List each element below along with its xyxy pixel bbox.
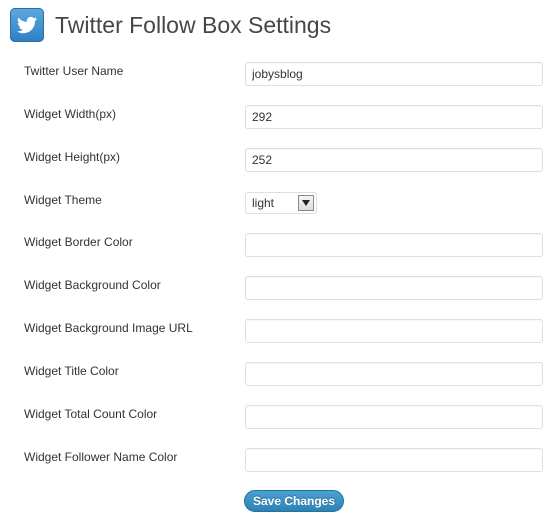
chevron-down-glyph xyxy=(302,200,310,206)
background-image-url-input[interactable] xyxy=(245,319,543,343)
background-image-url-label: Widget Background Image URL xyxy=(24,321,193,335)
follower-name-color-label: Widget Follower Name Color xyxy=(24,450,178,464)
total-count-color-input[interactable] xyxy=(245,405,543,429)
total-count-color-label: Widget Total Count Color xyxy=(24,407,158,421)
background-color-label: Widget Background Color xyxy=(24,278,161,292)
border-color-input[interactable] xyxy=(245,233,543,257)
chevron-down-icon[interactable] xyxy=(298,195,314,211)
user-name-label: Twitter User Name xyxy=(24,64,124,78)
widget-height-label: Widget Height(px) xyxy=(24,150,121,164)
widget-height-input[interactable] xyxy=(245,148,543,172)
widget-theme-value: light xyxy=(252,196,275,210)
widget-width-label: Widget Width(px) xyxy=(24,107,117,121)
page-title: Twitter Follow Box Settings xyxy=(55,11,332,38)
widget-width-input[interactable] xyxy=(245,105,543,129)
background-color-input[interactable] xyxy=(245,276,543,300)
twitter-bird-icon xyxy=(10,8,44,42)
title-color-input[interactable] xyxy=(245,362,543,386)
widget-theme-label: Widget Theme xyxy=(24,193,102,207)
page-header: Twitter Follow Box Settings xyxy=(10,7,331,43)
user-name-input[interactable] xyxy=(245,62,543,86)
twitter-bird-glyph xyxy=(17,16,37,34)
title-color-label: Widget Title Color xyxy=(24,364,119,378)
widget-theme-select[interactable]: light xyxy=(245,192,317,214)
follower-name-color-input[interactable] xyxy=(245,448,543,472)
border-color-label: Widget Border Color xyxy=(24,235,133,249)
save-changes-button[interactable]: Save Changes xyxy=(244,490,344,512)
